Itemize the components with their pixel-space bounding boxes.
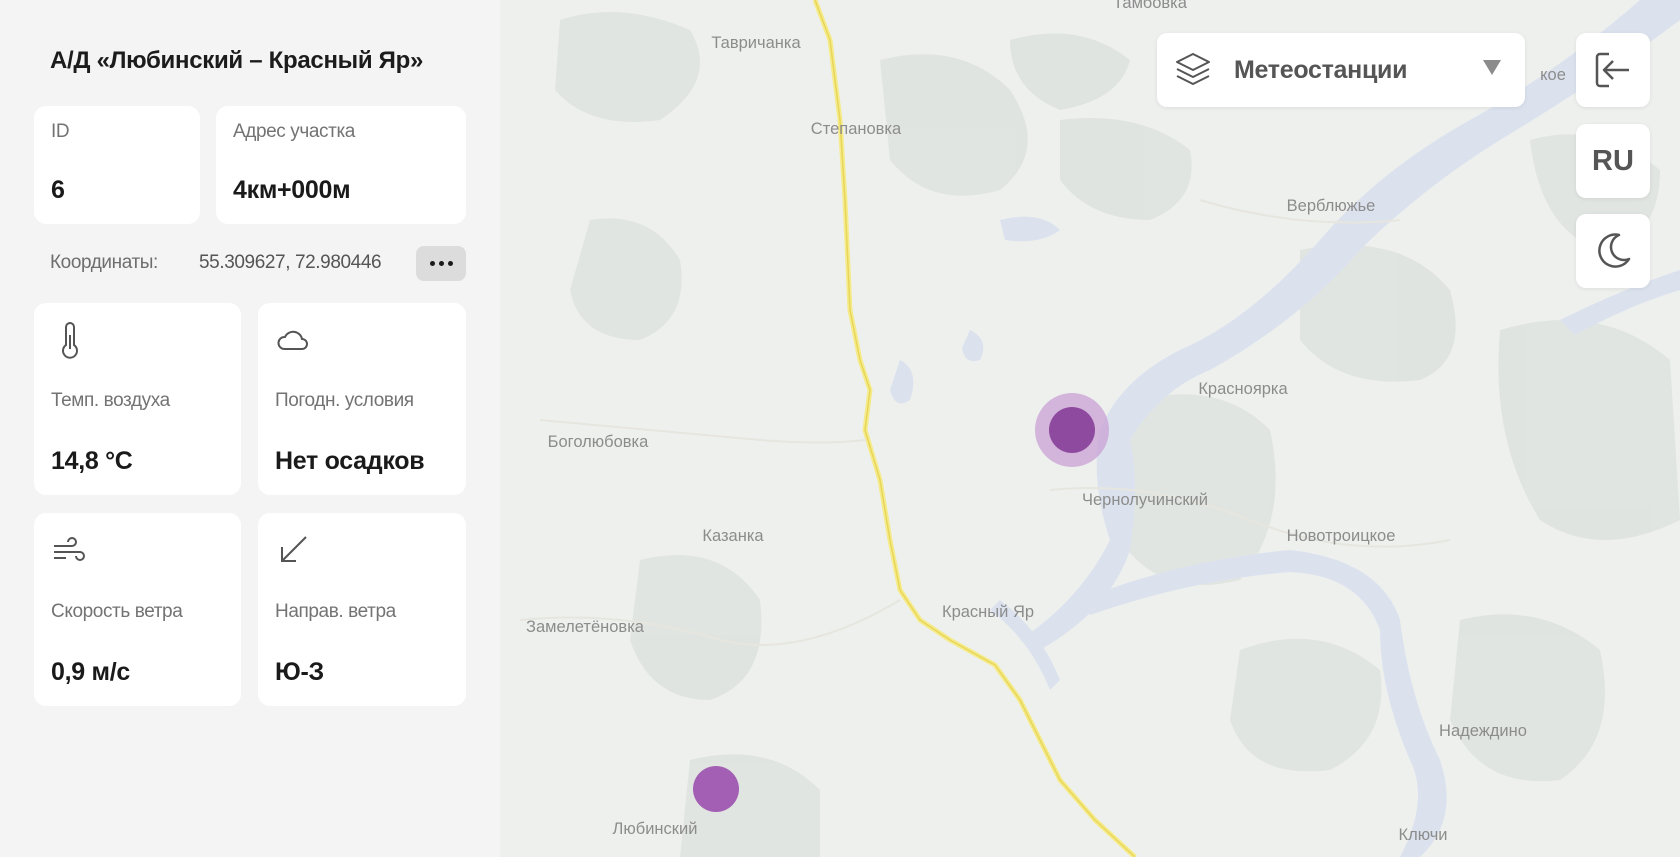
chevron-down-icon [1483,60,1501,75]
id-label: ID [51,121,70,142]
air-temperature-label: Темп. воздуха [51,390,170,411]
coordinates-value: 55.309627, 72.980446 [199,252,382,273]
exit-button[interactable] [1576,33,1650,107]
station-marker[interactable] [693,766,739,812]
place-label: Казанка [702,527,764,545]
place-label: Новотроицкое [1287,527,1396,545]
moon-icon [1598,233,1631,268]
dot [429,261,435,266]
layers-icon [1176,53,1210,85]
place-label: Тамбовка [1113,0,1188,12]
place-label: кое [1540,66,1566,84]
theme-toggle-button[interactable] [1576,214,1650,288]
wind-icon [54,537,85,561]
place-label: Замелетёновка [526,618,645,636]
exit-icon [1595,52,1629,88]
place-label: Надеждино [1439,722,1527,740]
station-marker-selected[interactable] [1035,393,1109,467]
address-value: 4км+000м [233,176,351,204]
place-label: Боголюбовка [548,433,649,451]
wind-direction-value: Ю-З [275,658,324,686]
wind-speed-value: 0,9 м/с [51,658,130,686]
language-label: RU [1592,144,1634,177]
dot [438,261,444,266]
weather-conditions-card: Погодн. условия Нет осадков [258,303,466,495]
route-title: А/Д «Любинский – Красный Яр» [50,47,424,74]
id-value: 6 [51,176,65,204]
place-label: Чернолучинский [1082,491,1208,509]
thermometer-icon [62,322,78,359]
dot [447,261,453,266]
layers-dropdown-label: Метеостанции [1234,56,1408,84]
place-label: Красный Яр [942,603,1034,621]
coordinates-label: Координаты: [50,252,158,273]
place-label: Тавричанка [711,34,801,52]
place-label: Красноярка [1198,380,1288,398]
address-card: Адрес участка 4км+000м [216,106,466,224]
weather-conditions-label: Погодн. условия [275,390,414,411]
wind-direction-card: Направ. ветра Ю-З [258,513,466,706]
wind-speed-label: Скорость ветра [51,601,183,622]
language-button[interactable]: RU [1576,124,1650,198]
air-temperature-card: Темп. воздуха 14,8 °C [34,303,241,495]
weather-conditions-value: Нет осадков [275,447,425,475]
wind-direction-label: Направ. ветра [275,601,396,622]
wind-speed-card: Скорость ветра 0,9 м/с [34,513,241,706]
place-label: Любинский [613,820,698,838]
address-label: Адрес участка [233,121,355,142]
station-info-panel: А/Д «Любинский – Красный Яр» ID 6 Адрес … [0,0,500,857]
cloud-icon [277,330,308,350]
place-label: Ключи [1398,826,1447,844]
place-label: Степановка [811,120,902,138]
more-options-button[interactable] [416,246,466,281]
arrow-down-left-icon [281,536,307,562]
layers-dropdown[interactable]: Метеостанции [1157,33,1525,107]
air-temperature-value: 14,8 °C [51,447,133,475]
place-label: Верблюжье [1287,197,1376,215]
id-card: ID 6 [34,106,200,224]
